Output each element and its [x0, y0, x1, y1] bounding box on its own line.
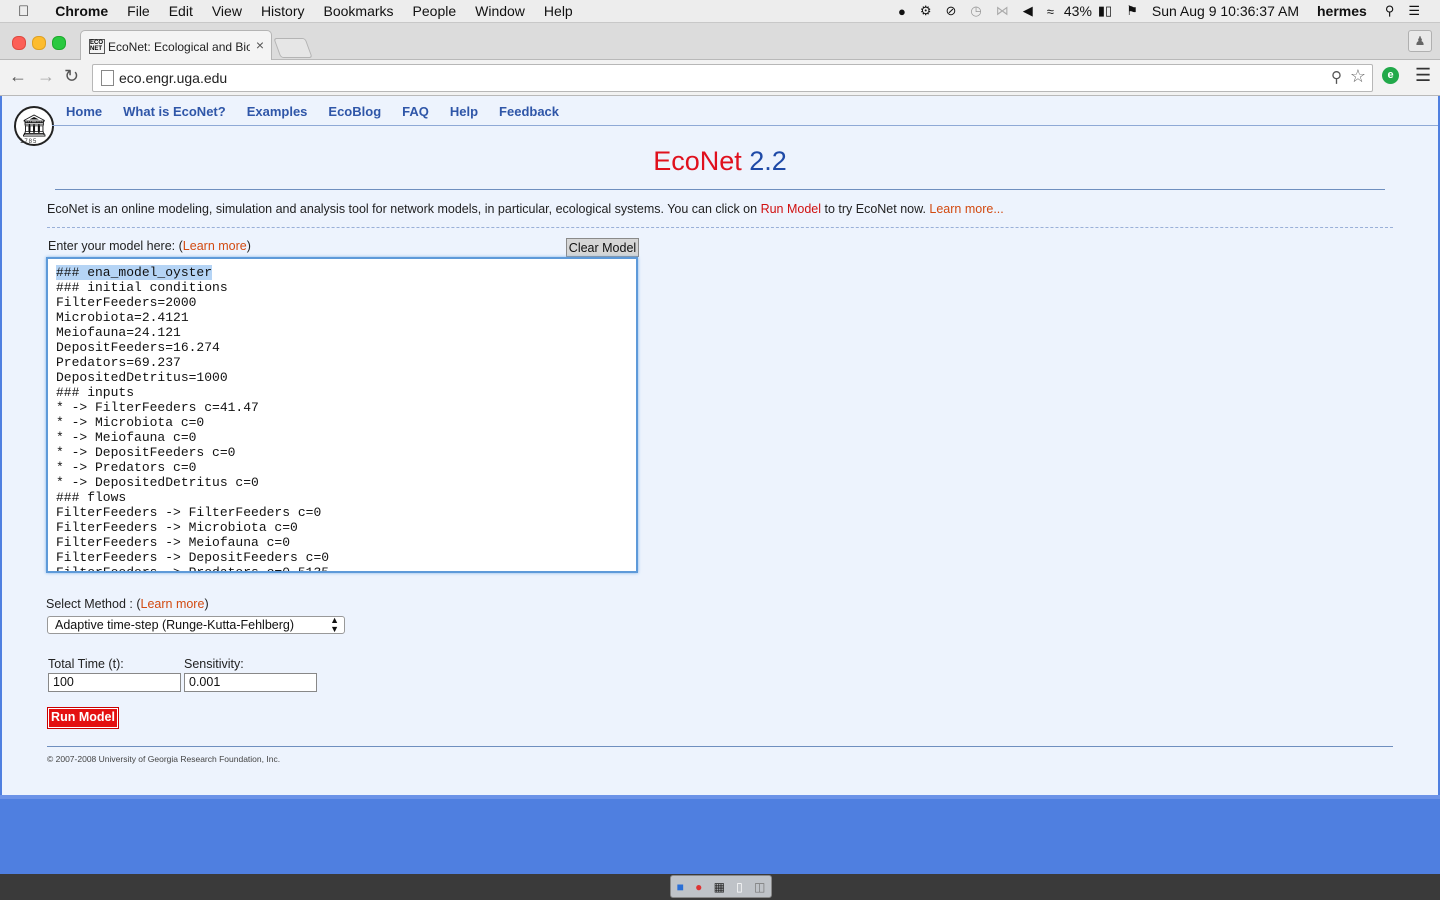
nav-examples[interactable]: Examples — [247, 104, 308, 119]
nav-what-is-econet[interactable]: What is EcoNet? — [123, 104, 226, 119]
site-nav: Home What is EcoNet? Examples EcoBlog FA… — [66, 104, 580, 119]
intro-mid-text: to try EcoNet now. — [821, 202, 930, 216]
extension-icon[interactable]: e — [1382, 67, 1399, 84]
apple-icon[interactable]:  — [18, 3, 29, 20]
menu-bar:  Chrome File Edit View History Bookmark… — [0, 0, 1440, 23]
chrome-icon[interactable]: ● — [695, 880, 702, 894]
browser-toolbar: ← → ↻ eco.engr.uga.edu ⚲ ☆ e ☰ — [0, 60, 1440, 96]
menu-window[interactable]: Window — [475, 3, 525, 19]
nav-divider — [52, 125, 1438, 126]
model-learn-more-link[interactable]: Learn more — [183, 239, 247, 253]
back-icon[interactable]: ← — [9, 66, 27, 87]
nav-feedback[interactable]: Feedback — [499, 104, 559, 119]
total-time-label: Total Time (t): — [48, 657, 124, 671]
intro-learn-more-link[interactable]: Learn more... — [929, 202, 1003, 216]
chrome-menu-icon[interactable]: ☰ — [1415, 65, 1431, 86]
nav-help[interactable]: Help — [450, 104, 478, 119]
model-textarea[interactable]: ### ena_model_oyster ### initial conditi… — [46, 257, 638, 573]
logo-year: 1785 — [20, 139, 38, 145]
menu-user[interactable]: hermes — [1317, 3, 1367, 19]
model-text[interactable]: ### ena_model_oyster ### initial conditi… — [56, 265, 330, 573]
model-label: Enter your model here: (Learn more) — [48, 239, 251, 253]
menu-people[interactable]: People — [413, 3, 457, 19]
tab-close-icon[interactable]: × — [256, 37, 264, 53]
page-title: EcoNet 2.2 — [2, 146, 1438, 177]
volume-icon[interactable]: ◀ — [1023, 3, 1033, 19]
battery-icon[interactable]: ▮▯ — [1098, 3, 1112, 19]
clear-model-button[interactable]: Clear Model — [566, 238, 639, 257]
menu-file[interactable]: File — [127, 3, 150, 19]
method-selected-value: Adaptive time-step (Runge-Kutta-Fehlberg… — [55, 618, 295, 632]
terminal-icon[interactable]: ▦ — [714, 880, 725, 894]
page-icon — [101, 70, 114, 86]
sensitivity-input[interactable]: 0.001 — [184, 673, 317, 692]
finder-icon[interactable]: ■ — [677, 880, 684, 894]
intro-paragraph: EcoNet is an online modeling, simulation… — [47, 202, 1004, 216]
bookmark-star-icon[interactable]: ☆ — [1350, 66, 1366, 87]
profile-icon[interactable]: ♟ — [1408, 30, 1432, 52]
input-flag-icon[interactable]: ⚑ — [1126, 3, 1138, 19]
address-bar[interactable]: eco.engr.uga.edu ⚲ ☆ — [92, 64, 1373, 92]
nav-ecoblog[interactable]: EcoBlog — [328, 104, 381, 119]
sensitivity-label: Sensitivity: — [184, 657, 244, 671]
method-label-text: Select Method : ( — [46, 597, 141, 611]
new-tab-button[interactable] — [273, 38, 313, 58]
trash-icon[interactable]: ◫ — [754, 880, 765, 894]
intro-text: EcoNet is an online modeling, simulation… — [47, 202, 761, 216]
bluetooth-icon[interactable]: ⋈ — [996, 3, 1009, 19]
favicon-icon: ECO NET — [89, 39, 105, 54]
run-model-button[interactable]: Run Model — [47, 707, 119, 729]
url-text[interactable]: eco.engr.uga.edu — [119, 70, 227, 86]
intro-run-model-link[interactable]: Run Model — [761, 202, 821, 216]
wifi-icon[interactable]: ≈ — [1047, 4, 1054, 19]
reload-icon[interactable]: ↻ — [64, 66, 79, 87]
tab-title: EcoNet: Ecological and Bio — [108, 40, 250, 54]
forward-icon[interactable]: → — [37, 66, 55, 87]
title-econet: EcoNet — [653, 146, 742, 176]
title-version: 2.2 — [749, 146, 787, 176]
total-time-input[interactable]: 100 — [48, 673, 181, 692]
zoom-window-button[interactable] — [52, 36, 66, 50]
method-label: Select Method : (Learn more) — [46, 597, 209, 611]
nav-faq[interactable]: FAQ — [402, 104, 429, 119]
nav-home[interactable]: Home — [66, 104, 102, 119]
model-first-line: ### ena_model_oyster — [56, 265, 213, 280]
dashed-divider — [47, 227, 1393, 228]
web-page: 🏛 1785 Home What is EcoNet? Examples Eco… — [2, 96, 1438, 796]
document-icon[interactable]: ▯ — [736, 880, 743, 894]
menu-help[interactable]: Help — [544, 3, 573, 19]
close-window-button[interactable] — [12, 36, 26, 50]
select-arrows-icon: ▲ ▼ — [330, 615, 339, 634]
browser-tab[interactable]: ECO NET EcoNet: Ecological and Bio × — [80, 30, 272, 60]
notification-center-icon[interactable]: ☰ — [1408, 3, 1420, 19]
menu-history[interactable]: History — [261, 3, 305, 19]
spotlight-icon[interactable]: ⚲ — [1385, 3, 1395, 19]
model-body: ### initial conditions FilterFeeders=200… — [56, 280, 330, 573]
battery-percent: 43% — [1063, 3, 1092, 19]
menu-app-name[interactable]: Chrome — [55, 3, 108, 19]
menu-bookmarks[interactable]: Bookmarks — [324, 3, 394, 19]
model-label-text: Enter your model here: ( — [48, 239, 183, 253]
method-learn-more-link[interactable]: Learn more — [141, 597, 205, 611]
minimize-window-button[interactable] — [32, 36, 46, 50]
menu-view[interactable]: View — [212, 3, 242, 19]
chat-status-icon[interactable]: ● — [898, 4, 906, 19]
dock: ■ ● ▦ ▯ ◫ — [670, 875, 772, 898]
menu-edit[interactable]: Edit — [169, 3, 193, 19]
method-select[interactable]: Adaptive time-step (Runge-Kutta-Fehlberg… — [47, 616, 345, 634]
do-not-disturb-icon[interactable]: ⊘ — [945, 3, 956, 19]
time-machine-icon[interactable]: ◷ — [970, 3, 981, 19]
sync-status-icon[interactable]: ⚙ — [920, 3, 932, 19]
tab-strip: ECO NET EcoNet: Ecological and Bio × ♟ — [0, 23, 1440, 60]
page-bottom-border — [0, 795, 1440, 799]
search-icon[interactable]: ⚲ — [1331, 68, 1342, 86]
menu-clock[interactable]: Sun Aug 9 10:36:37 AM — [1152, 3, 1299, 19]
copyright-text: © 2007-2008 University of Georgia Resear… — [47, 754, 281, 764]
footer-divider — [47, 746, 1393, 747]
title-divider — [55, 189, 1385, 190]
